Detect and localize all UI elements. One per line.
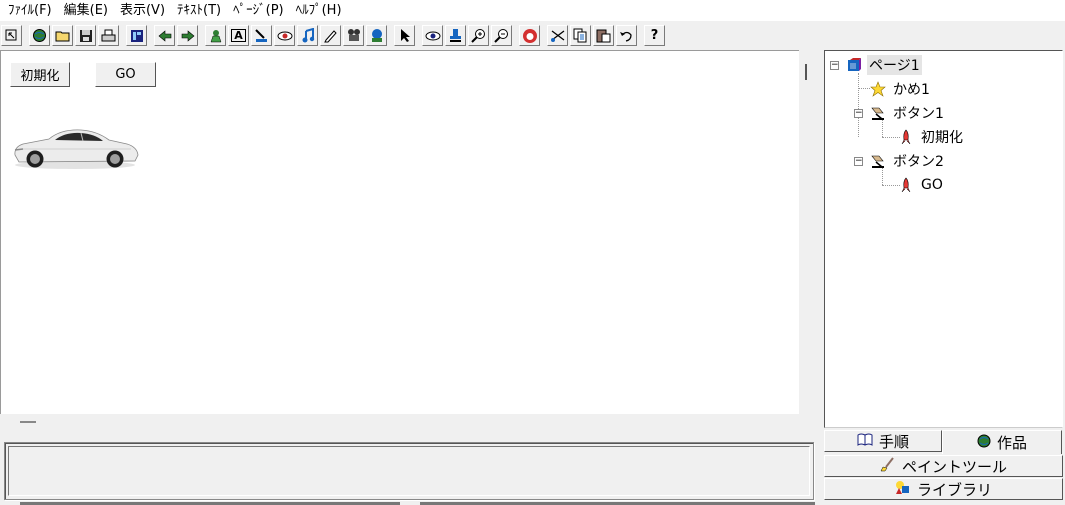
tab-paint-tool[interactable]: ペイントツール xyxy=(824,455,1063,477)
copy-icon[interactable] xyxy=(570,25,591,46)
tab-work[interactable]: 作品 xyxy=(942,430,1062,454)
stamp-icon[interactable] xyxy=(445,25,466,46)
pointer-icon[interactable] xyxy=(394,25,415,46)
message-area[interactable] xyxy=(8,446,810,496)
rocket-script-icon xyxy=(897,128,915,146)
tab-library[interactable]: ライブラリ xyxy=(824,478,1063,500)
tree-collapse-button1[interactable]: − xyxy=(854,109,863,118)
tree-node-page[interactable]: ページ1 xyxy=(845,55,922,75)
button-tool-icon[interactable] xyxy=(251,25,272,46)
paintbrush-icon xyxy=(880,456,896,476)
help-icon[interactable]: ? xyxy=(644,25,665,46)
help-label: ? xyxy=(650,28,659,43)
button-node-icon xyxy=(869,152,887,170)
menu-page[interactable]: ﾍﾟｰｼﾞ(P) xyxy=(227,0,289,21)
tree-label: ボタン2 xyxy=(893,154,944,170)
cursor-small-icon[interactable] xyxy=(1,25,22,46)
tree-collapse-button2[interactable]: − xyxy=(854,157,863,166)
canvas-horizontal-marker xyxy=(20,421,36,423)
tab-procedure[interactable]: 手順 xyxy=(824,430,942,452)
tab-library-label: ライブラリ xyxy=(916,480,992,499)
tab-work-label: 作品 xyxy=(996,434,1027,452)
back-arrow-icon[interactable] xyxy=(154,25,175,46)
layout-icon[interactable] xyxy=(126,25,147,46)
book-icon xyxy=(857,433,873,450)
paste-icon[interactable] xyxy=(593,25,614,46)
cut-icon[interactable] xyxy=(547,25,568,46)
tab-paint-tool-label: ペイントツール xyxy=(901,457,1007,476)
init-button[interactable]: 初期化 xyxy=(10,62,70,87)
menu-text[interactable]: ﾃｷｽﾄ(T) xyxy=(171,0,227,21)
menu-bar: ﾌｧｲﾙ(F) 編集(E) 表示(V) ﾃｷｽﾄ(T) ﾍﾟｰｼﾞ(P) ﾍﾙﾌ… xyxy=(0,0,1065,21)
canvas-vertical-marker xyxy=(805,64,807,80)
tree-node-script-init[interactable]: 初期化 xyxy=(897,127,965,147)
car-image[interactable] xyxy=(11,125,139,171)
tree-line xyxy=(858,73,859,137)
shapes-icon xyxy=(895,480,911,499)
tree-label: かめ1 xyxy=(893,82,930,98)
pen-icon[interactable] xyxy=(320,25,341,46)
text-box-icon[interactable]: A xyxy=(228,25,249,46)
work-globe-icon xyxy=(977,434,991,452)
menu-view[interactable]: 表示(V) xyxy=(114,0,171,21)
text-tool-letter: A xyxy=(231,29,246,42)
go-button[interactable]: GO xyxy=(95,62,156,87)
view-icon[interactable] xyxy=(422,25,443,46)
star-character-icon xyxy=(869,80,887,98)
stop-hand-icon[interactable] xyxy=(519,25,540,46)
tree-label: GO xyxy=(921,177,943,193)
page-icon xyxy=(845,56,863,74)
tab-procedure-label: 手順 xyxy=(878,432,909,451)
rocket-script-icon xyxy=(897,176,915,194)
character-icon[interactable] xyxy=(205,25,226,46)
stage-canvas[interactable]: 初期化 GO xyxy=(0,50,799,414)
tree-label: ページ1 xyxy=(867,55,922,75)
tree-node-turtle[interactable]: かめ1 xyxy=(869,79,932,99)
globe-tool-icon[interactable] xyxy=(366,25,387,46)
print-icon[interactable] xyxy=(98,25,119,46)
tree-label: ボタン1 xyxy=(893,106,944,122)
save-icon[interactable] xyxy=(75,25,96,46)
button-node-icon xyxy=(869,104,887,122)
object-tree-panel: − ページ1 かめ1 − ボタン1 初期化 − ボタン2 GO xyxy=(824,50,1063,428)
zoom-out-icon[interactable] xyxy=(491,25,512,46)
toolbar: A ? xyxy=(0,23,1065,48)
forward-arrow-icon[interactable] xyxy=(177,25,198,46)
tree-collapse-page1[interactable]: − xyxy=(830,61,839,70)
undo-icon[interactable] xyxy=(616,25,637,46)
tree-node-button2[interactable]: ボタン2 xyxy=(869,151,946,171)
tree-node-button1[interactable]: ボタン1 xyxy=(869,103,946,123)
zoom-in-icon[interactable] xyxy=(468,25,489,46)
tree-label: 初期化 xyxy=(921,130,963,146)
panel-splitter[interactable] xyxy=(818,50,822,505)
open-folder-icon[interactable] xyxy=(52,25,73,46)
menu-edit[interactable]: 編集(E) xyxy=(58,0,114,21)
menu-file[interactable]: ﾌｧｲﾙ(F) xyxy=(2,0,58,21)
tree-node-script-go[interactable]: GO xyxy=(897,175,945,195)
movie-icon[interactable] xyxy=(343,25,364,46)
menu-help[interactable]: ﾍﾙﾌﾟ(H) xyxy=(290,0,348,21)
globe-icon[interactable] xyxy=(29,25,50,46)
message-panel xyxy=(4,442,814,500)
music-note-icon[interactable] xyxy=(297,25,318,46)
eye-shape-icon[interactable] xyxy=(274,25,295,46)
